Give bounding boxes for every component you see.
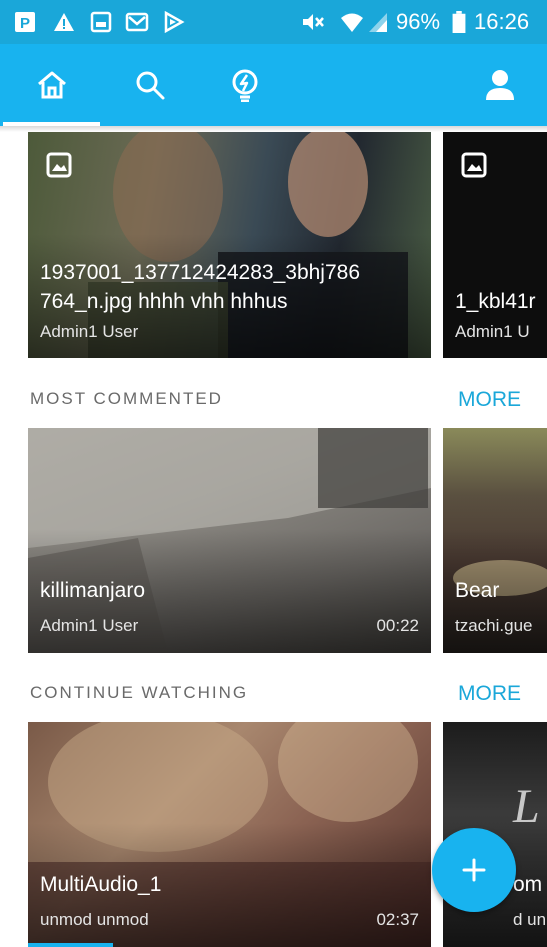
media-card[interactable]: killimanjaro Admin1 User 00:22: [28, 428, 431, 653]
media-card[interactable]: 1937001_137712424283_3bhj786 764_n.jpg h…: [28, 132, 431, 358]
top-toolbar: [0, 44, 547, 126]
card-author: Admin1 U: [455, 322, 530, 341]
image-icon: [461, 152, 487, 178]
add-icon: [462, 858, 486, 882]
p-app-icon: P: [15, 12, 35, 32]
search-icon: [136, 71, 165, 100]
card-author: tzachi.gue: [455, 616, 533, 635]
card-title: Bear: [455, 579, 500, 602]
profile-button[interactable]: [465, 44, 535, 126]
svg-text:P: P: [20, 15, 30, 32]
card-title: 1937001_137712424283_3bhj786 764_n.jpg h…: [40, 261, 361, 313]
tab-discover[interactable]: [205, 44, 285, 126]
card-author: Admin1 User: [40, 322, 139, 341]
status-bar: P 96% 16:26: [0, 0, 547, 44]
card-title: MultiAudio_1: [40, 873, 162, 896]
battery-percent: 96%: [396, 9, 441, 34]
media-card[interactable]: 1_kbl41r Admin1 U: [443, 132, 547, 358]
card-duration: 02:37: [376, 910, 419, 929]
mute-icon: [303, 14, 324, 30]
media-card[interactable]: Bear tzachi.gue: [443, 428, 547, 653]
battery-icon: [452, 11, 466, 33]
tab-search[interactable]: [110, 44, 190, 126]
more-link-most-commented[interactable]: MORE: [458, 388, 521, 412]
section-title-continue-watching: CONTINUE WATCHING: [30, 683, 249, 702]
card-author: Admin1 User: [40, 616, 139, 635]
card-title: killimanjaro: [40, 579, 146, 602]
signal-icon: [369, 13, 387, 32]
wifi-icon: [341, 13, 363, 32]
card-duration: 00:22: [376, 616, 419, 635]
card-author: d un: [513, 910, 547, 929]
flag-icon: [164, 11, 185, 33]
section-title-most-commented: MOST COMMENTED: [30, 389, 223, 408]
mail-icon: [125, 12, 149, 32]
card-author: unmod unmod: [40, 910, 149, 929]
image-icon: [90, 11, 112, 33]
image-icon: [46, 152, 72, 178]
media-card[interactable]: MultiAudio_1 unmod unmod 02:37: [28, 722, 431, 947]
add-button[interactable]: [432, 828, 516, 912]
warning-icon: [54, 13, 74, 31]
clock: 16:26: [474, 9, 530, 34]
tab-home[interactable]: [3, 44, 100, 126]
card-title: om: [513, 873, 543, 896]
card-title: 1_kbl41r: [455, 290, 536, 313]
lightbulb-icon: [232, 69, 258, 102]
user-icon: [486, 70, 514, 100]
watch-progress-bar: [28, 943, 113, 947]
more-link-continue-watching[interactable]: MORE: [458, 682, 521, 706]
home-icon: [37, 71, 66, 99]
